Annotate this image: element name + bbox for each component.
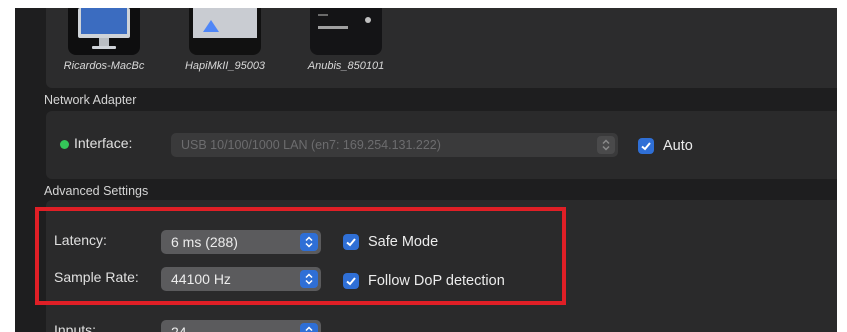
- device-item[interactable]: HapiMkII_95003: [185, 8, 265, 72]
- network-adapter-panel: Interface: USB 10/100/1000 LAN (en7: 169…: [46, 111, 837, 179]
- auto-label: Auto: [663, 138, 693, 154]
- device-image-icon: [189, 8, 261, 55]
- device-name: Anubis_850101: [307, 60, 385, 72]
- device-image-icon: [310, 8, 382, 55]
- interface-label: Interface:: [74, 135, 133, 151]
- device-item[interactable]: Anubis_850101: [308, 8, 384, 72]
- checkmark-icon: [641, 142, 651, 151]
- interface-value: USB 10/100/1000 LAN (en7: 169.254.131.22…: [181, 138, 441, 152]
- auto-checkbox[interactable]: [638, 138, 654, 154]
- inputs-value: 24: [171, 324, 187, 332]
- section-label-network-adapter: Network Adapter: [44, 93, 137, 107]
- device-item[interactable]: Ricardos-MacBc: [64, 8, 144, 72]
- chevron-updown-icon: [300, 323, 318, 332]
- device-list: Ricardos-MacBc HapiMkII_95003 Anubis_850…: [46, 8, 837, 88]
- imac-icon: [68, 8, 140, 55]
- interface-select[interactable]: USB 10/100/1000 LAN (en7: 169.254.131.22…: [171, 133, 618, 157]
- device-name: Ricardos-MacBc: [63, 60, 145, 72]
- chevron-updown-icon: [597, 136, 615, 154]
- inputs-label: Inputs:: [54, 322, 97, 332]
- highlight-box: [35, 207, 566, 305]
- inputs-select[interactable]: 24: [161, 320, 321, 332]
- section-label-advanced-settings: Advanced Settings: [44, 184, 149, 198]
- status-indicator: [60, 140, 69, 149]
- device-name: HapiMkII_95003: [184, 60, 266, 72]
